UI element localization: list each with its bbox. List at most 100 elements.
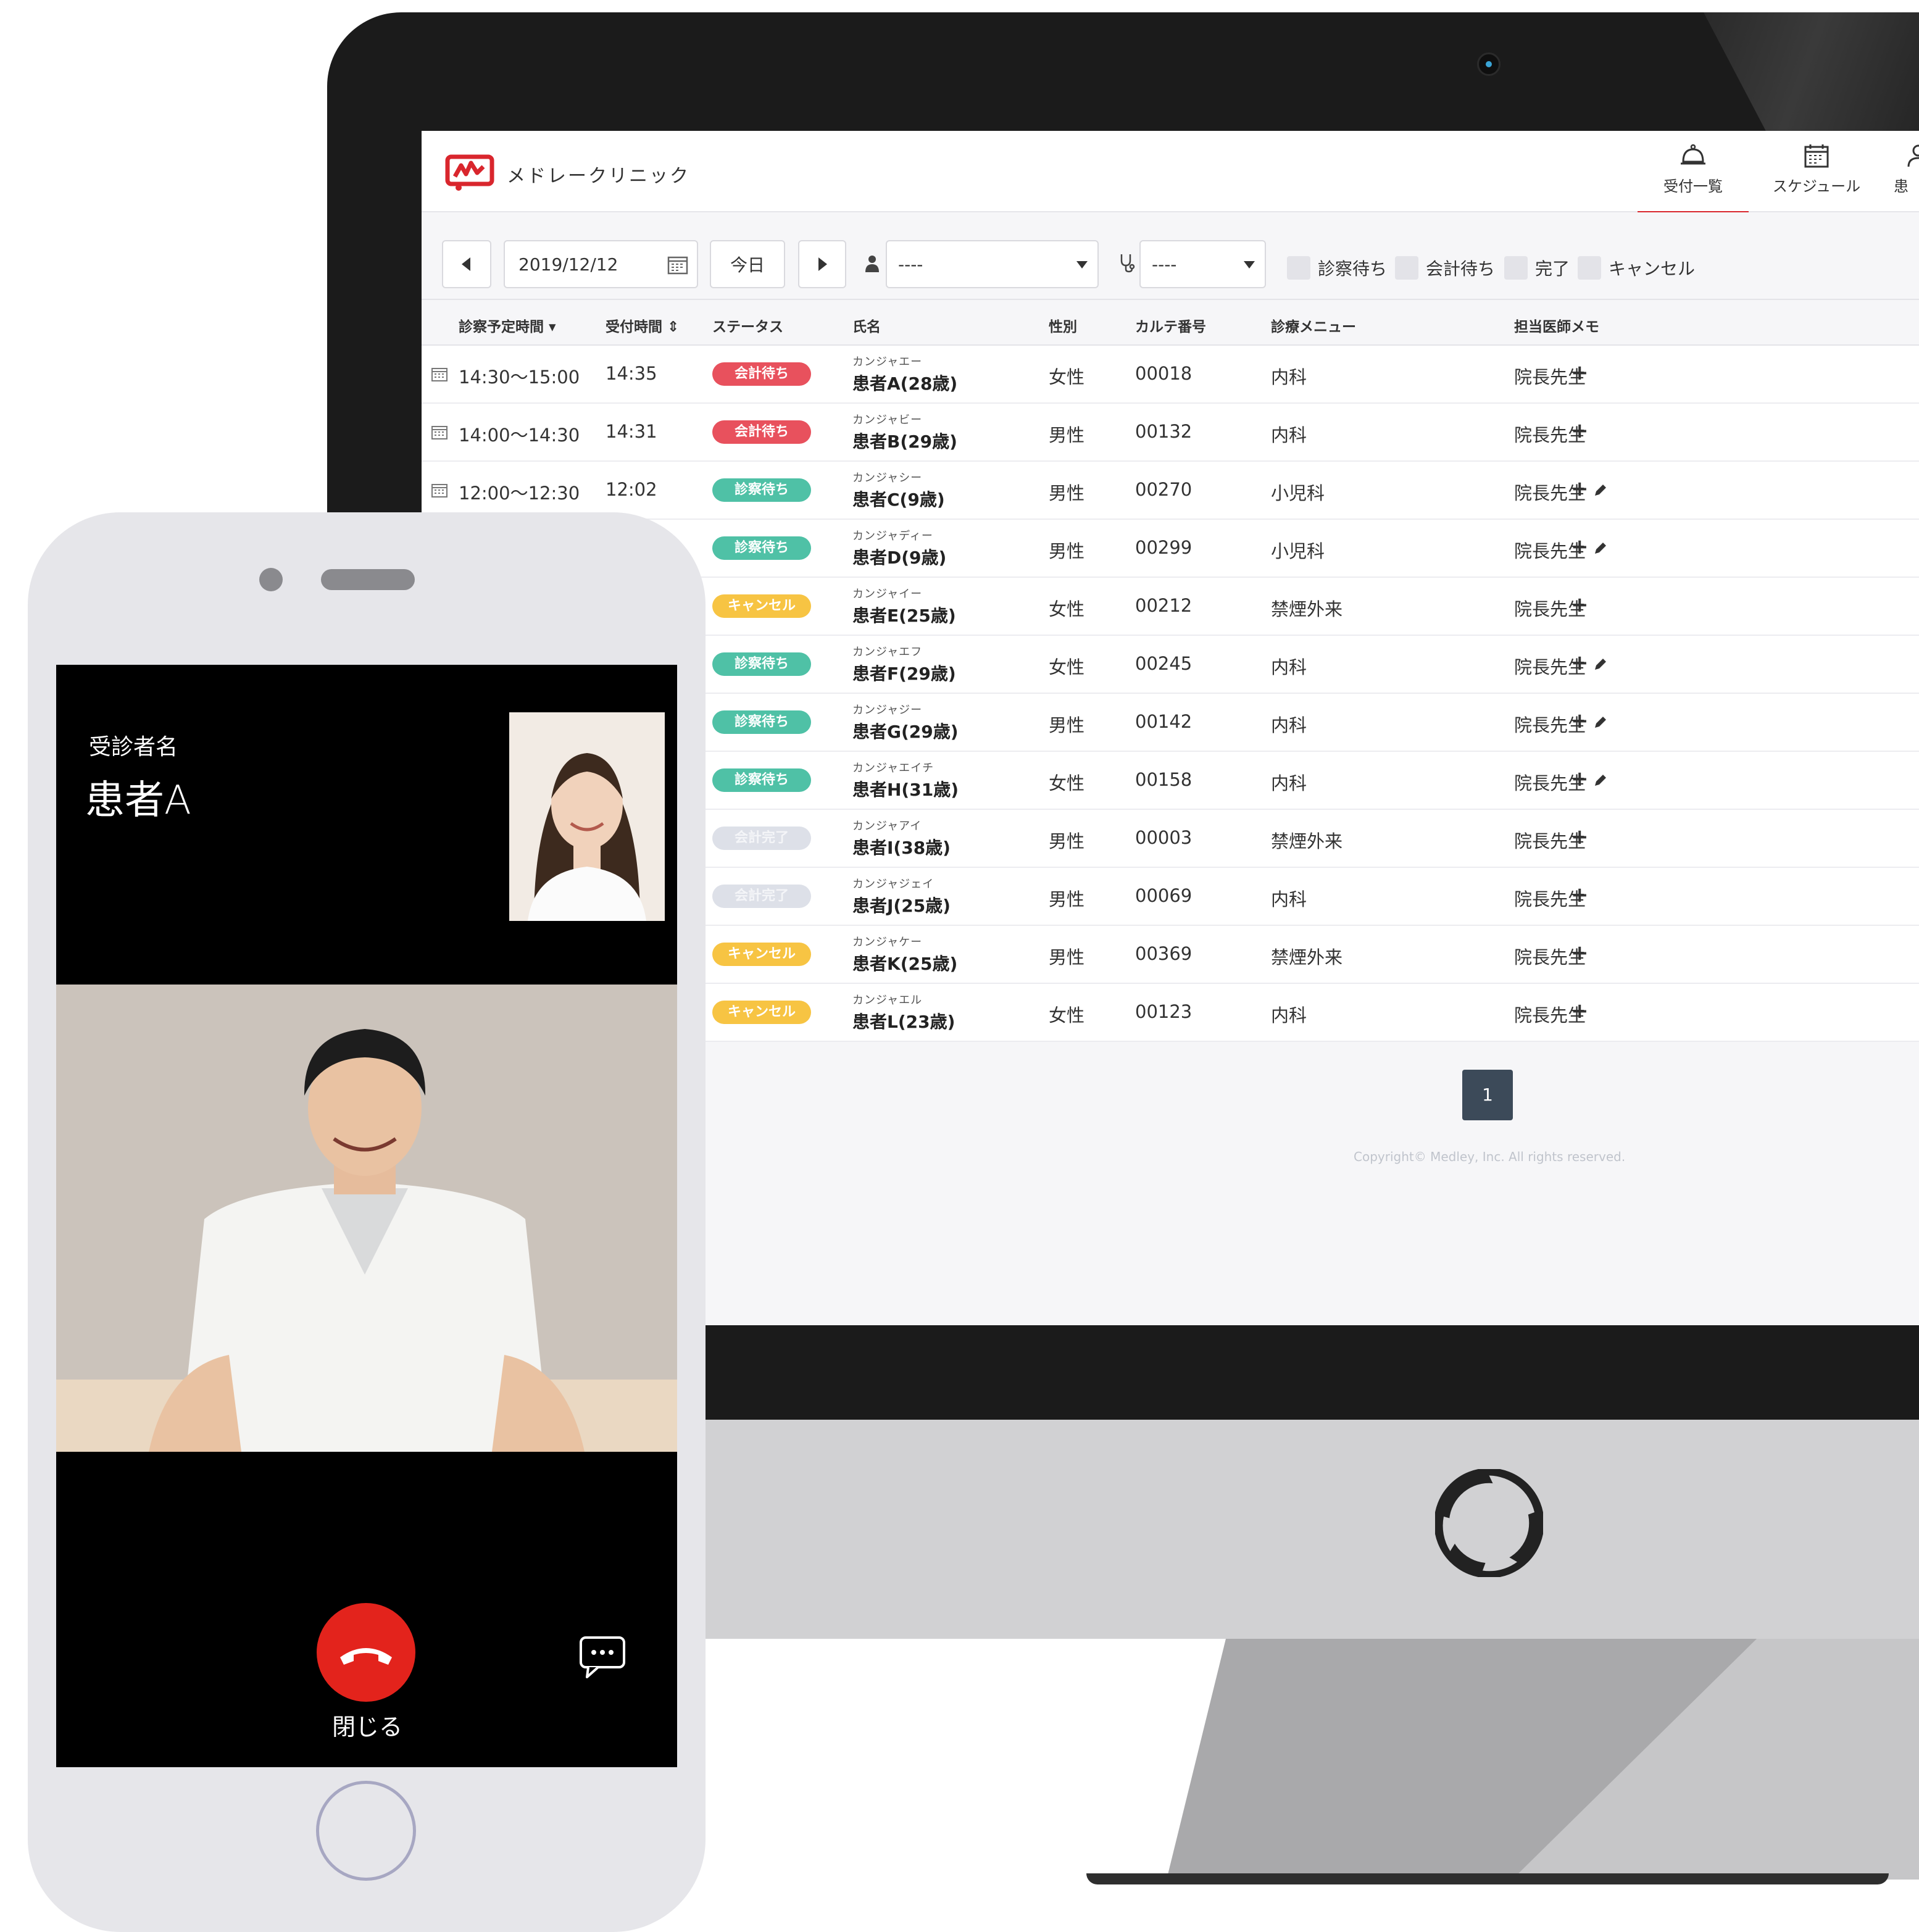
checkbox-box[interactable] bbox=[1504, 256, 1528, 280]
treatment-menu: 内科 bbox=[1271, 889, 1307, 910]
add-memo-button[interactable]: + bbox=[1571, 825, 1589, 849]
gender: 男性 bbox=[1049, 715, 1085, 736]
chart-number: 00132 bbox=[1135, 421, 1193, 442]
filter-checkbox-waiting-payment[interactable]: 会計待ち bbox=[1395, 256, 1495, 280]
add-memo-button[interactable]: + bbox=[1571, 767, 1589, 791]
table-row[interactable]: 14:00〜14:30 14:31 会計待ち カンジャビー 患者B(29歳) 男性 0013… bbox=[422, 404, 1919, 462]
department-select[interactable]: ---- bbox=[1139, 240, 1266, 288]
checkbox-box[interactable] bbox=[1578, 256, 1601, 280]
treatment-menu: 禁煙外来 bbox=[1271, 599, 1343, 620]
add-memo-button[interactable]: + bbox=[1571, 360, 1589, 385]
chart-number: 00142 bbox=[1135, 711, 1193, 732]
patient-name[interactable]: 患者E(25歳) bbox=[852, 602, 956, 627]
patient-name[interactable]: 患者F(29歳) bbox=[852, 660, 956, 685]
patient-kana: カンジャエル bbox=[852, 994, 923, 1007]
pencil-icon[interactable] bbox=[1593, 773, 1608, 788]
prev-day-button[interactable] bbox=[442, 240, 491, 288]
gender: 男性 bbox=[1049, 947, 1085, 968]
add-memo-button[interactable]: + bbox=[1571, 709, 1589, 733]
col-scheduled-time[interactable]: 診察予定時間 ▾ bbox=[459, 315, 556, 336]
patient-kana: カンジャシー bbox=[852, 472, 923, 485]
status-badge: 診察待ち bbox=[712, 768, 811, 792]
end-call-button[interactable] bbox=[317, 1603, 415, 1702]
app-header: メドレークリニック 受付一覧 スケジュール 患 bbox=[422, 131, 1919, 214]
checkbox-label: 完了 bbox=[1535, 259, 1570, 279]
checkbox-label: 会計待ち bbox=[1426, 259, 1496, 279]
add-memo-button[interactable]: + bbox=[1571, 651, 1589, 675]
status-badge: 会計待ち bbox=[712, 362, 811, 386]
treatment-menu: 内科 bbox=[1271, 1005, 1307, 1026]
patient-kana: カンジャアイ bbox=[852, 820, 922, 833]
patient-kana: カンジャエフ bbox=[852, 646, 923, 659]
chat-icon[interactable] bbox=[578, 1635, 626, 1680]
reception-time: 14:35 bbox=[606, 363, 657, 384]
patient-name[interactable]: 患者G(29歳) bbox=[852, 718, 959, 743]
patient-label: 受診者名 bbox=[89, 735, 178, 760]
tab-schedule[interactable]: スケジュール bbox=[1758, 143, 1875, 211]
hang-up-icon bbox=[340, 1648, 392, 1665]
calendar-icon bbox=[431, 484, 447, 498]
calendar-icon bbox=[667, 256, 688, 275]
filter-bar: 2019/12/12 今日 ---- ---- 診察待ち 会計待ち 完了 キャン… bbox=[422, 212, 1919, 300]
add-memo-button[interactable]: + bbox=[1571, 999, 1589, 1023]
patient-kana: カンジャジェイ bbox=[852, 878, 935, 891]
tab-label: スケジュール bbox=[1772, 178, 1861, 195]
next-day-button[interactable] bbox=[798, 240, 846, 288]
add-memo-button[interactable]: + bbox=[1571, 941, 1589, 965]
doctor-portrait-image bbox=[56, 985, 677, 1452]
patient-kana: カンジャビー bbox=[852, 414, 923, 427]
col-status: ステータス bbox=[712, 319, 783, 335]
col-reception-time[interactable]: 受付時間 ⇕ bbox=[606, 315, 679, 336]
table-row[interactable]: 14:30〜15:00 14:35 会計待ち カンジャエー 患者A(28歳) 女性 0001… bbox=[422, 346, 1919, 404]
patient-name[interactable]: 患者K(25歳) bbox=[852, 951, 957, 975]
pencil-icon[interactable] bbox=[1593, 483, 1608, 498]
checkbox-label: 診察待ち bbox=[1318, 259, 1388, 279]
add-memo-button[interactable]: + bbox=[1571, 883, 1589, 907]
chart-number: 00018 bbox=[1135, 363, 1193, 384]
today-button[interactable]: 今日 bbox=[710, 240, 785, 288]
filter-checkbox-done[interactable]: 完了 bbox=[1504, 256, 1570, 280]
checkbox-box[interactable] bbox=[1287, 256, 1310, 280]
scheduled-time: 14:00〜14:30 bbox=[459, 425, 580, 446]
add-memo-button[interactable]: + bbox=[1571, 477, 1589, 501]
phone-front-camera bbox=[259, 568, 283, 591]
patient-name[interactable]: 患者I(38歳) bbox=[852, 835, 951, 859]
patient-name[interactable]: 患者J(25歳) bbox=[852, 893, 951, 917]
pagination-page-1[interactable]: 1 bbox=[1462, 1070, 1513, 1120]
treatment-menu: 小児科 bbox=[1271, 541, 1325, 562]
doctor-select[interactable]: ---- bbox=[886, 240, 1099, 288]
add-memo-button[interactable]: + bbox=[1571, 535, 1589, 559]
end-call-label: 閉じる bbox=[332, 1713, 403, 1741]
pencil-icon[interactable] bbox=[1593, 715, 1608, 730]
home-button[interactable] bbox=[316, 1781, 416, 1881]
pencil-icon[interactable] bbox=[1593, 657, 1608, 672]
patient-name[interactable]: 患者L(23歳) bbox=[852, 1009, 955, 1033]
table-row[interactable]: 12:00〜12:30 12:02 診察待ち カンジャシー 患者C(9歳) 男性 00270… bbox=[422, 462, 1919, 520]
filter-checkbox-waiting-exam[interactable]: 診察待ち bbox=[1287, 256, 1387, 280]
pencil-icon[interactable] bbox=[1593, 541, 1608, 556]
chevron-down-icon bbox=[1244, 261, 1255, 269]
chart-number: 00369 bbox=[1135, 943, 1193, 964]
chart-number: 00270 bbox=[1135, 479, 1193, 500]
imac-foot bbox=[1086, 1873, 1889, 1884]
treatment-menu: 内科 bbox=[1271, 425, 1307, 446]
video-call-screen: 受診者名 患者A 閉じる bbox=[56, 665, 677, 1767]
patient-name[interactable]: 患者B(29歳) bbox=[852, 428, 957, 453]
patient-name[interactable]: 患者A(28歳) bbox=[852, 370, 957, 395]
checkbox-box[interactable] bbox=[1395, 256, 1418, 280]
filter-checkbox-cancel[interactable]: キャンセル bbox=[1578, 256, 1695, 280]
col-name: 氏名 bbox=[852, 319, 881, 335]
gender: 女性 bbox=[1049, 1005, 1085, 1026]
chart-number: 00299 bbox=[1135, 537, 1193, 558]
add-memo-button[interactable]: + bbox=[1571, 418, 1589, 443]
self-view-video bbox=[509, 712, 665, 921]
date-input[interactable]: 2019/12/12 bbox=[504, 240, 698, 288]
tab-patients[interactable]: 患 bbox=[1894, 143, 1919, 211]
tab-reception-list[interactable]: 受付一覧 bbox=[1638, 143, 1749, 214]
patient-name[interactable]: 患者H(31歳) bbox=[852, 777, 959, 801]
tab-label: 受付一覧 bbox=[1663, 178, 1723, 195]
patient-name[interactable]: 患者D(9歳) bbox=[852, 544, 946, 569]
add-memo-button[interactable]: + bbox=[1571, 593, 1589, 617]
patient-name[interactable]: 患者C(9歳) bbox=[852, 486, 945, 511]
gender: 女性 bbox=[1049, 657, 1085, 678]
